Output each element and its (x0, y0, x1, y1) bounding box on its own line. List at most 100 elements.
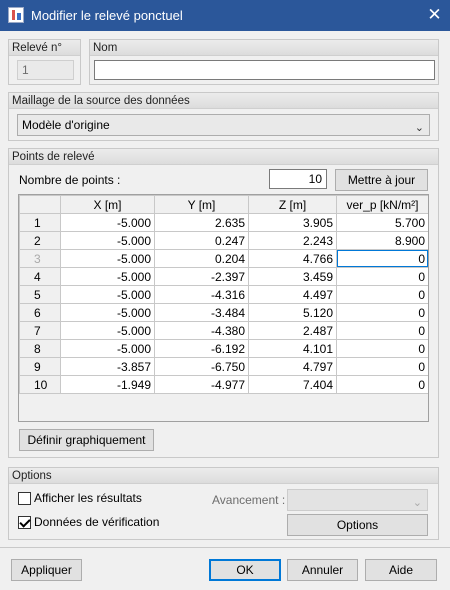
table-row[interactable]: 2 -5.000 0.247 2.243 8.900 (19, 231, 428, 250)
cell-y[interactable]: 0.204 (154, 249, 249, 268)
help-button[interactable]: Aide (365, 559, 437, 581)
cell-y[interactable]: 2.635 (154, 213, 249, 232)
table-row[interactable]: 4 -5.000 -2.397 3.459 0 (19, 267, 428, 286)
table-row[interactable]: 3 -5.000 0.204 4.766 0 (19, 249, 428, 268)
mesh-source-group: Maillage de la source des données Modèle… (8, 92, 439, 141)
cell-y[interactable]: 0.247 (154, 231, 249, 250)
table-row[interactable]: 7 -5.000 -4.380 2.487 0 (19, 321, 428, 340)
update-button[interactable]: Mettre à jour (335, 169, 428, 191)
cell-y[interactable]: -4.316 (154, 285, 249, 304)
name-input[interactable] (94, 60, 435, 80)
col-header-x[interactable]: X [m] (60, 195, 155, 214)
survey-points-label: Points de relevé (9, 149, 438, 165)
row-index: 8 (19, 339, 61, 358)
cell-y[interactable]: -4.977 (154, 375, 249, 394)
cell-y[interactable]: -4.380 (154, 321, 249, 340)
cell-x[interactable]: -5.000 (60, 213, 155, 232)
cell-ver-p[interactable]: 0 (336, 249, 428, 268)
table-row[interactable]: 6 -5.000 -3.484 5.120 0 (19, 303, 428, 322)
point-count-input[interactable]: 10 (269, 169, 327, 189)
cell-ver-p[interactable]: 0 (336, 357, 428, 376)
survey-number-field: 1 (17, 60, 74, 80)
name-label: Nom (90, 40, 438, 56)
cell-x[interactable]: -5.000 (60, 285, 155, 304)
verification-data-checkbox[interactable] (18, 516, 31, 529)
options-label: Options (9, 468, 438, 484)
cell-ver-p[interactable]: 8.900 (336, 231, 428, 250)
col-header-ver-p[interactable]: ver_p [kN/m²] (336, 195, 428, 214)
progress-label: Avancement : (212, 493, 286, 507)
show-results-checkbox[interactable] (18, 492, 31, 505)
mesh-source-label: Maillage de la source des données (9, 93, 438, 109)
ok-button[interactable]: OK (209, 559, 281, 581)
table-row[interactable]: 5 -5.000 -4.316 4.497 0 (19, 285, 428, 304)
cell-z[interactable]: 2.243 (248, 231, 337, 250)
cell-y[interactable]: -6.192 (154, 339, 249, 358)
progress-select: ⌄ (287, 489, 428, 511)
cell-x[interactable]: -5.000 (60, 249, 155, 268)
table-row[interactable]: 10 -1.949 -4.977 7.404 0 (19, 375, 428, 394)
col-header-y[interactable]: Y [m] (154, 195, 249, 214)
cell-x[interactable]: -3.857 (60, 357, 155, 376)
cell-z[interactable]: 2.487 (248, 321, 337, 340)
window-title: Modifier le relevé ponctuel (31, 8, 183, 23)
row-index: 4 (19, 267, 61, 286)
points-table: X [m] Y [m] Z [m] ver_p [kN/m²] 1 -5.000… (19, 195, 428, 394)
cell-z[interactable]: 7.404 (248, 375, 337, 394)
cell-z[interactable]: 4.101 (248, 339, 337, 358)
table-row[interactable]: 8 -5.000 -6.192 4.101 0 (19, 339, 428, 358)
cell-ver-p[interactable]: 0 (336, 267, 428, 286)
footer-divider (0, 547, 450, 548)
row-index: 1 (19, 213, 61, 232)
row-index: 5 (19, 285, 61, 304)
cell-ver-p[interactable]: 0 (336, 375, 428, 394)
survey-number-label: Relevé n° (9, 40, 80, 56)
cell-z[interactable]: 5.120 (248, 303, 337, 322)
mesh-source-value: Modèle d'origine (22, 118, 110, 132)
options-button[interactable]: Options (287, 514, 428, 536)
verification-data-label: Données de vérification (34, 515, 160, 529)
cell-ver-p[interactable]: 0 (336, 303, 428, 322)
show-results-label: Afficher les résultats (34, 491, 142, 505)
define-graphically-button[interactable]: Définir graphiquement (19, 429, 154, 451)
cell-z[interactable]: 3.459 (248, 267, 337, 286)
cell-ver-p[interactable]: 0 (336, 285, 428, 304)
cancel-button[interactable]: Annuler (287, 559, 358, 581)
apply-button[interactable]: Appliquer (11, 559, 82, 581)
cell-x[interactable]: -5.000 (60, 267, 155, 286)
cell-x[interactable]: -5.000 (60, 321, 155, 340)
cell-y[interactable]: -3.484 (154, 303, 249, 322)
title-bar: Modifier le relevé ponctuel ✕ (0, 0, 450, 31)
chevron-down-icon: ⌄ (414, 122, 424, 134)
row-index: 2 (19, 231, 61, 250)
table-row[interactable]: 1 -5.000 2.635 3.905 5.700 (19, 213, 428, 232)
mesh-source-select[interactable]: Modèle d'origine ⌄ (17, 114, 430, 136)
cell-z[interactable]: 4.797 (248, 357, 337, 376)
cell-x[interactable]: -5.000 (60, 339, 155, 358)
row-index: 3 (19, 249, 61, 268)
survey-number-group: Relevé n° 1 (8, 39, 81, 85)
row-index: 6 (19, 303, 61, 322)
col-header-index (19, 195, 61, 214)
cell-y[interactable]: -2.397 (154, 267, 249, 286)
row-index: 7 (19, 321, 61, 340)
cell-z[interactable]: 3.905 (248, 213, 337, 232)
cell-ver-p[interactable]: 0 (336, 321, 428, 340)
cell-y[interactable]: -6.750 (154, 357, 249, 376)
cell-x[interactable]: -5.000 (60, 303, 155, 322)
row-index: 10 (19, 375, 61, 394)
cell-z[interactable]: 4.766 (248, 249, 337, 268)
cell-ver-p[interactable]: 0 (336, 339, 428, 358)
table-row[interactable]: 9 -3.857 -6.750 4.797 0 (19, 357, 428, 376)
point-count-label: Nombre de points : (19, 173, 121, 187)
cell-ver-p[interactable]: 5.700 (336, 213, 428, 232)
close-icon[interactable]: ✕ (419, 0, 450, 31)
table-header-row: X [m] Y [m] Z [m] ver_p [kN/m²] (19, 195, 428, 214)
cell-x[interactable]: -1.949 (60, 375, 155, 394)
cell-x[interactable]: -5.000 (60, 231, 155, 250)
name-group: Nom (89, 39, 439, 85)
chevron-down-icon: ⌄ (412, 497, 422, 509)
points-grid[interactable]: X [m] Y [m] Z [m] ver_p [kN/m²] 1 -5.000… (18, 194, 429, 422)
cell-z[interactable]: 4.497 (248, 285, 337, 304)
col-header-z[interactable]: Z [m] (248, 195, 337, 214)
